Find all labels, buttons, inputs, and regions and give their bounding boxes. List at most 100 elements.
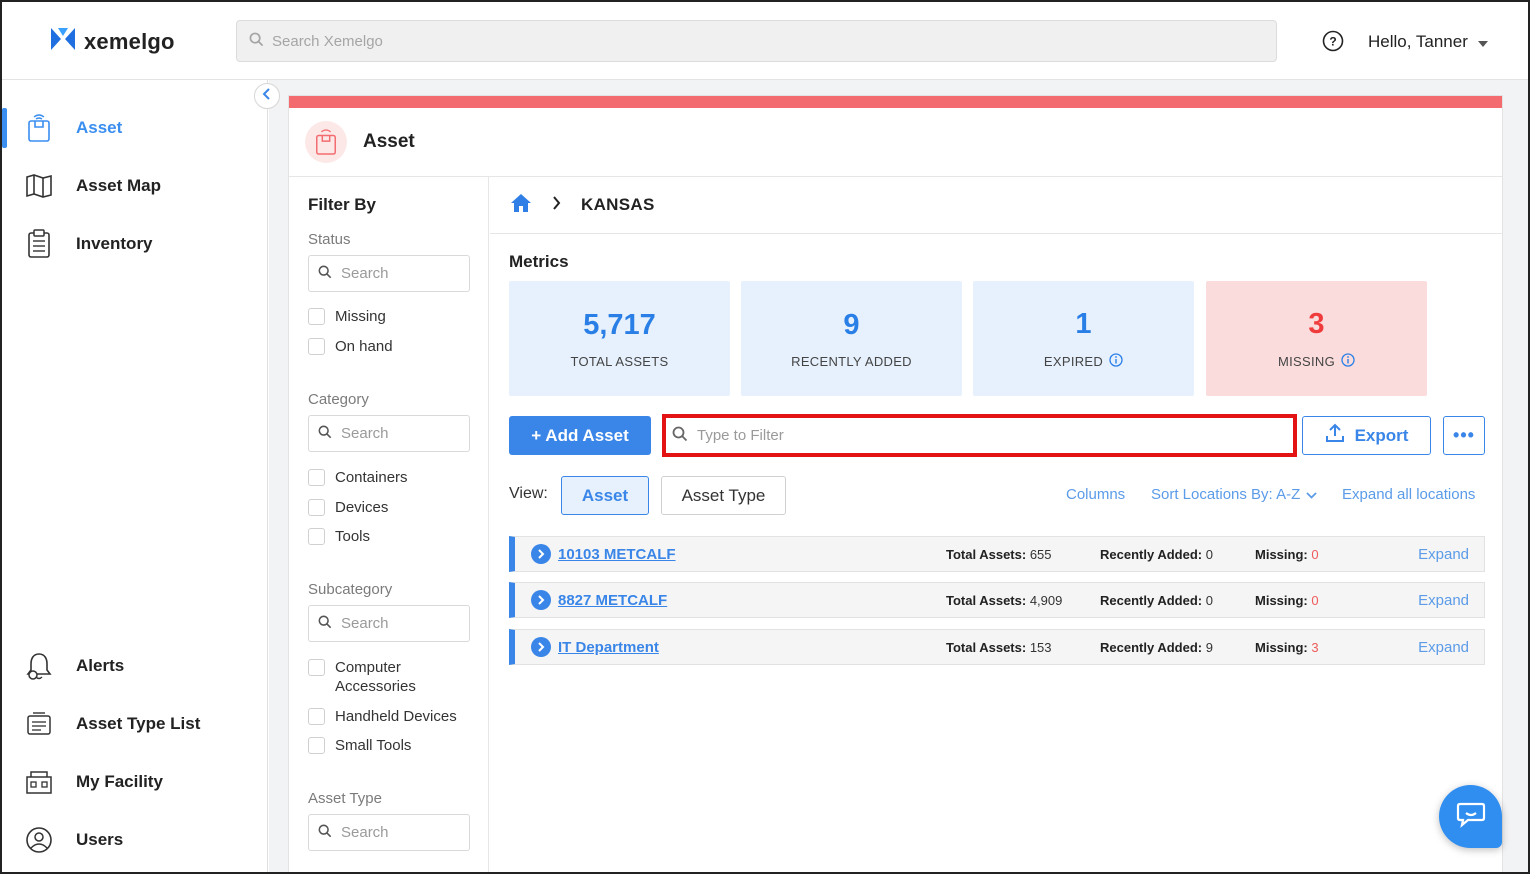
location-name-link[interactable]: IT Department bbox=[558, 639, 659, 656]
home-icon[interactable] bbox=[510, 193, 532, 218]
metric-label-wrap: EXPIRED bbox=[1043, 352, 1123, 370]
location-row[interactable]: IT Department Total Assets: 153 Recently… bbox=[509, 629, 1485, 665]
app-logo[interactable]: xemelgo bbox=[50, 27, 175, 56]
view-tab-asset-type[interactable]: Asset Type bbox=[661, 476, 786, 515]
location-row[interactable]: 8827 METCALF Total Assets: 4,909 Recentl… bbox=[509, 582, 1485, 618]
checkbox[interactable] bbox=[308, 659, 325, 676]
app-name: xemelgo bbox=[84, 28, 175, 54]
search-placeholder: Search bbox=[341, 824, 389, 841]
expand-location-link[interactable]: Expand bbox=[1418, 546, 1469, 563]
collapse-sidebar-button[interactable] bbox=[254, 83, 280, 109]
category-search-input[interactable]: Search bbox=[308, 415, 470, 452]
location-name-link[interactable]: 10103 METCALF bbox=[558, 546, 676, 563]
upload-icon bbox=[1325, 423, 1345, 448]
stat-label: Recently Added: bbox=[1100, 592, 1203, 608]
sort-locations-dropdown[interactable]: Sort Locations By: A-Z bbox=[1151, 486, 1317, 503]
subcategory-option-handheld-devices[interactable]: Handheld Devices bbox=[308, 707, 457, 726]
option-label: Small Tools bbox=[335, 737, 412, 754]
option-label: Computer Accessories bbox=[335, 659, 416, 695]
sidebar-item-asset-type-list[interactable]: Asset Type List bbox=[0, 700, 268, 748]
sidebar-item-my-facility[interactable]: My Facility bbox=[0, 758, 268, 806]
category-option-containers[interactable]: Containers bbox=[308, 468, 408, 487]
global-search-placeholder: Search Xemelgo bbox=[272, 32, 383, 50]
metric-value: 9 bbox=[843, 308, 860, 341]
card-accent-bar bbox=[289, 96, 1502, 108]
expand-arrow-icon[interactable] bbox=[531, 590, 551, 610]
info-icon[interactable] bbox=[1109, 352, 1123, 370]
status-option-on-hand[interactable]: On hand bbox=[308, 337, 393, 356]
columns-link[interactable]: Columns bbox=[1066, 486, 1125, 503]
metric-expired: 1 EXPIRED bbox=[973, 281, 1194, 396]
sidebar-item-label: Users bbox=[76, 830, 124, 849]
checkbox[interactable] bbox=[308, 469, 325, 486]
subcategory-option-small-tools[interactable]: Small Tools bbox=[308, 736, 411, 755]
metric-label: TOTAL ASSETS bbox=[570, 353, 669, 369]
expand-location-link[interactable]: Expand bbox=[1418, 639, 1469, 656]
status-option-missing[interactable]: Missing bbox=[308, 307, 386, 326]
sidebar-item-users[interactable]: Users bbox=[0, 816, 268, 864]
page-header: Asset bbox=[289, 108, 1502, 177]
sidebar-item-asset[interactable]: Asset bbox=[0, 104, 268, 152]
subcategory-search-input[interactable]: Search bbox=[308, 605, 470, 642]
sidebar-item-label: Asset bbox=[76, 118, 123, 137]
location-recently-added: Recently Added: 0 bbox=[1100, 593, 1213, 608]
location-row[interactable]: 10103 METCALF Total Assets: 655 Recently… bbox=[509, 536, 1485, 572]
stat-value: 0 bbox=[1205, 592, 1213, 608]
help-icon[interactable]: ? bbox=[1322, 30, 1344, 57]
asset-type-search-input[interactable]: Search bbox=[308, 814, 470, 851]
more-options-button[interactable]: ••• bbox=[1443, 416, 1485, 455]
expand-arrow-icon[interactable] bbox=[531, 637, 551, 657]
sidebar-item-inventory[interactable]: Inventory bbox=[0, 220, 268, 268]
chat-support-button[interactable] bbox=[1439, 785, 1502, 848]
location-missing: Missing: 0 bbox=[1255, 547, 1319, 562]
global-search-input[interactable]: Search Xemelgo bbox=[236, 20, 1277, 62]
expand-location-link[interactable]: Expand bbox=[1418, 592, 1469, 609]
facility-icon bbox=[24, 767, 54, 797]
sidebar-item-label: My Facility bbox=[76, 772, 163, 791]
location-total-assets: Total Assets: 4,909 bbox=[946, 593, 1062, 608]
metric-recently-added: 9 RECENTLY ADDED bbox=[741, 281, 962, 396]
sidebar: Asset Asset Map Inventory Alerts Asset T… bbox=[0, 80, 268, 874]
checkbox[interactable] bbox=[308, 499, 325, 516]
checkbox[interactable] bbox=[308, 338, 325, 355]
checkbox[interactable] bbox=[308, 308, 325, 325]
subcategory-option-computer-accessories[interactable]: Computer Accessories bbox=[308, 658, 458, 696]
status-filter-title: Status bbox=[308, 231, 351, 248]
info-icon[interactable] bbox=[1341, 352, 1355, 370]
stat-label: Missing: bbox=[1255, 546, 1308, 562]
location-recently-added: Recently Added: 0 bbox=[1100, 547, 1213, 562]
checkbox[interactable] bbox=[308, 528, 325, 545]
checkbox[interactable] bbox=[308, 708, 325, 725]
metric-missing: 3 MISSING bbox=[1206, 281, 1427, 396]
type-to-filter-input[interactable]: Type to Filter bbox=[662, 414, 1297, 457]
asset-page-card: Asset Filter By Status Search Missing On… bbox=[288, 95, 1503, 874]
chevron-left-icon bbox=[262, 87, 272, 105]
view-tab-asset[interactable]: Asset bbox=[561, 476, 649, 515]
status-search-input[interactable]: Search bbox=[308, 255, 470, 292]
add-asset-button[interactable]: + Add Asset bbox=[509, 416, 651, 455]
subcategory-filter-title: Subcategory bbox=[308, 581, 393, 598]
metric-label-wrap: MISSING bbox=[1278, 352, 1355, 370]
stat-label: Recently Added: bbox=[1100, 639, 1203, 655]
expand-arrow-icon[interactable] bbox=[531, 544, 551, 564]
user-menu[interactable]: Hello, Tanner bbox=[1368, 32, 1488, 52]
breadcrumb: KANSAS bbox=[490, 177, 1503, 234]
option-label: Tools bbox=[335, 528, 371, 545]
location-name-link[interactable]: 8827 METCALF bbox=[558, 592, 667, 609]
xemelgo-logo-icon bbox=[50, 27, 76, 56]
location-missing: Missing: 3 bbox=[1255, 640, 1319, 655]
stat-value: 0 bbox=[1311, 592, 1319, 608]
top-bar: xemelgo Search Xemelgo ? Hello, Tanner bbox=[0, 0, 1530, 80]
category-option-tools[interactable]: Tools bbox=[308, 527, 370, 546]
svg-text:?: ? bbox=[1329, 35, 1336, 49]
export-button[interactable]: Export bbox=[1302, 416, 1431, 455]
search-icon bbox=[318, 425, 332, 443]
expand-all-locations-link[interactable]: Expand all locations bbox=[1342, 486, 1475, 503]
checkbox[interactable] bbox=[308, 737, 325, 754]
category-option-devices[interactable]: Devices bbox=[308, 498, 388, 517]
metric-label: EXPIRED bbox=[1043, 353, 1104, 369]
sidebar-item-asset-map[interactable]: Asset Map bbox=[0, 162, 268, 210]
chevron-down-icon bbox=[1477, 32, 1488, 52]
sidebar-item-alerts[interactable]: Alerts bbox=[0, 642, 268, 690]
option-label: Containers bbox=[335, 469, 408, 486]
